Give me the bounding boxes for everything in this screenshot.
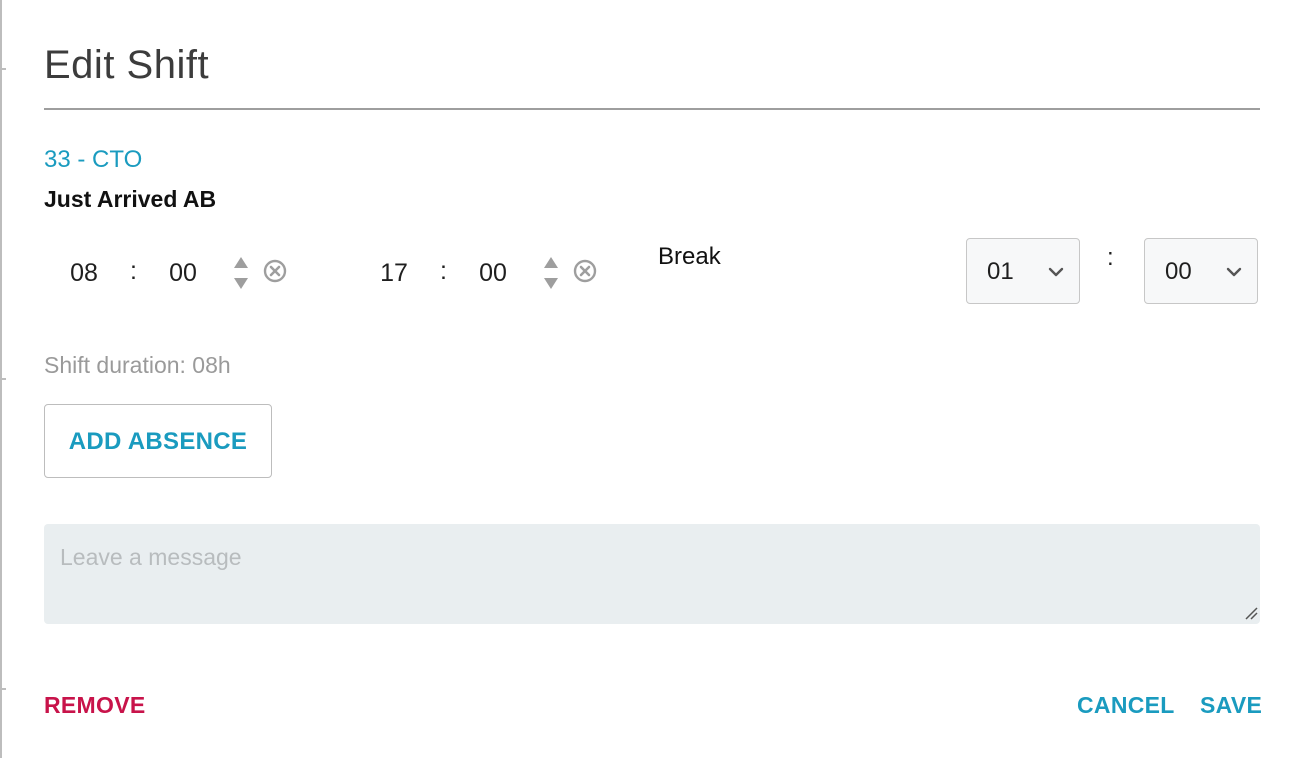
start-time-separator: :: [130, 257, 137, 285]
start-minutes-field[interactable]: 00: [163, 250, 203, 296]
end-time-clear-icon[interactable]: [572, 258, 598, 284]
start-time-spinner-icon[interactable]: [231, 253, 251, 293]
end-hours-field[interactable]: 17: [374, 250, 414, 296]
break-separator: :: [1107, 244, 1114, 271]
start-hours-field[interactable]: 08: [64, 250, 104, 296]
resize-grip-icon[interactable]: [1244, 606, 1258, 620]
start-time-clear-icon[interactable]: [262, 258, 288, 284]
backdrop-tick: [0, 68, 6, 70]
break-hours-select[interactable]: 01: [966, 238, 1080, 304]
end-minutes-field[interactable]: 00: [473, 250, 513, 296]
dialog-title: Edit Shift: [44, 43, 210, 87]
backdrop-tick: [0, 688, 6, 690]
end-time-spinner-icon[interactable]: [541, 253, 561, 293]
shift-duration-text: Shift duration: 08h: [44, 352, 231, 378]
remove-button[interactable]: REMOVE: [44, 690, 145, 720]
start-time-input: 08 : 00: [44, 250, 304, 300]
chevron-down-icon: [1226, 267, 1242, 277]
end-time-input: 17 : 00: [354, 250, 614, 300]
employee-name: Just Arrived AB: [44, 186, 217, 212]
cancel-button[interactable]: CANCEL: [1077, 690, 1175, 720]
break-minutes-select[interactable]: 00: [1144, 238, 1258, 304]
break-hours-value: 01: [987, 258, 1014, 285]
title-divider: [44, 108, 1260, 110]
break-minutes-value: 00: [1165, 258, 1192, 285]
save-button[interactable]: SAVE: [1200, 690, 1262, 720]
employee-id-label: 33 - CTO: [44, 146, 143, 173]
page: Edit Shift 33 - CTO Just Arrived AB 08 :…: [0, 0, 1300, 758]
break-label: Break: [658, 243, 721, 270]
chevron-down-icon: [1048, 267, 1064, 277]
edit-shift-dialog: Edit Shift 33 - CTO Just Arrived AB 08 :…: [44, 0, 1262, 758]
message-textarea[interactable]: [44, 524, 1260, 624]
end-time-separator: :: [440, 257, 447, 285]
backdrop-tick: [0, 378, 6, 380]
add-absence-button[interactable]: ADD ABSENCE: [44, 404, 272, 478]
